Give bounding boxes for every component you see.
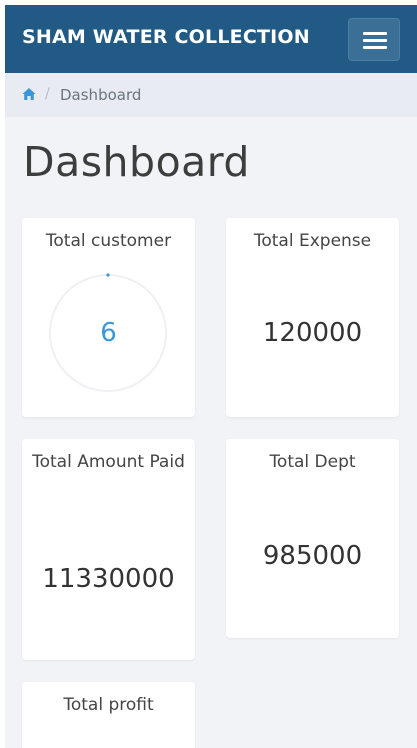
page-title: Dashboard [23,138,250,186]
card-value: 11330000 [42,564,175,594]
card-total-expense: Total Expense 120000 [226,218,399,417]
home-icon[interactable] [22,87,36,101]
card-total-customer: Total customer 6 [22,218,195,417]
card-total-dept: Total Dept 985000 [226,439,399,638]
card-label: Total Amount Paid [32,452,185,472]
card-label: Total profit [63,695,154,715]
breadcrumb-separator: / [45,86,50,102]
menu-toggle-button[interactable] [348,18,400,61]
breadcrumb: / Dashboard [5,73,417,117]
navbar: SHAM WATER COLLECTION [5,5,417,73]
gauge-indicator-dot [106,273,110,277]
breadcrumb-current: Dashboard [60,86,142,104]
card-value: 120000 [262,318,363,348]
card-label: Total customer [45,231,172,251]
card-label: Total Expense [253,231,372,251]
card-label: Total Dept [269,452,356,472]
card-total-amount-paid: Total Amount Paid 11330000 [22,439,195,660]
app-frame: SHAM WATER COLLECTION / Dashboard Dashbo… [5,5,417,748]
brand-title[interactable]: SHAM WATER COLLECTION [22,26,310,48]
hamburger-menu-icon [363,32,387,35]
card-value: 985000 [262,541,363,571]
card-value: 6 [100,318,117,348]
card-total-profit: Total profit [22,682,195,748]
